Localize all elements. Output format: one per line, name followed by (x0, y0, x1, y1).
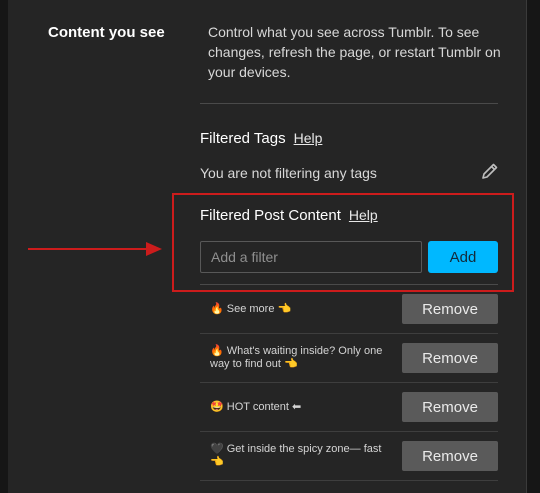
list-item: 🤩 HOT content ⬅ Remove (200, 383, 498, 432)
filtered-tags-heading: Filtered Tags Help (200, 130, 322, 147)
filtered-tags-title: Filtered Tags (200, 130, 286, 147)
filtered-post-content-title: Filtered Post Content (200, 207, 341, 224)
filter-text: 🖤 Get inside the spicy zone— fast 👈 (210, 443, 382, 468)
filtered-tags-help-link[interactable]: Help (294, 130, 323, 146)
section-title: Content you see (48, 24, 165, 41)
filtered-post-content-heading: Filtered Post Content Help (200, 207, 378, 224)
remove-filter-button[interactable]: Remove (402, 343, 498, 373)
list-item: 🖤 Get inside the spicy zone— fast 👈 Remo… (200, 432, 498, 481)
list-item: 🔥 See more 👈 Remove (200, 285, 498, 334)
divider (200, 103, 498, 104)
add-filter-button[interactable]: Add (428, 241, 498, 273)
remove-filter-button[interactable]: Remove (402, 441, 498, 471)
filter-text: 🔥 What's waiting inside? Only one way to… (210, 345, 383, 370)
filtered-tags-empty-message: You are not filtering any tags (200, 165, 377, 181)
remove-filter-button[interactable]: Remove (402, 392, 498, 422)
section-description: Control what you see across Tumblr. To s… (208, 24, 501, 80)
filter-text: 🤩 HOT content ⬅ (210, 400, 302, 413)
filter-text: 🔥 See more 👈 (210, 302, 292, 315)
red-arrow-icon (28, 242, 162, 256)
add-filter-input[interactable] (200, 241, 422, 273)
list-item: 🔥 What's waiting inside? Only one way to… (200, 334, 498, 383)
filtered-post-content-help-link[interactable]: Help (349, 207, 378, 223)
pencil-icon[interactable] (480, 161, 500, 181)
remove-filter-button[interactable]: Remove (402, 294, 498, 324)
